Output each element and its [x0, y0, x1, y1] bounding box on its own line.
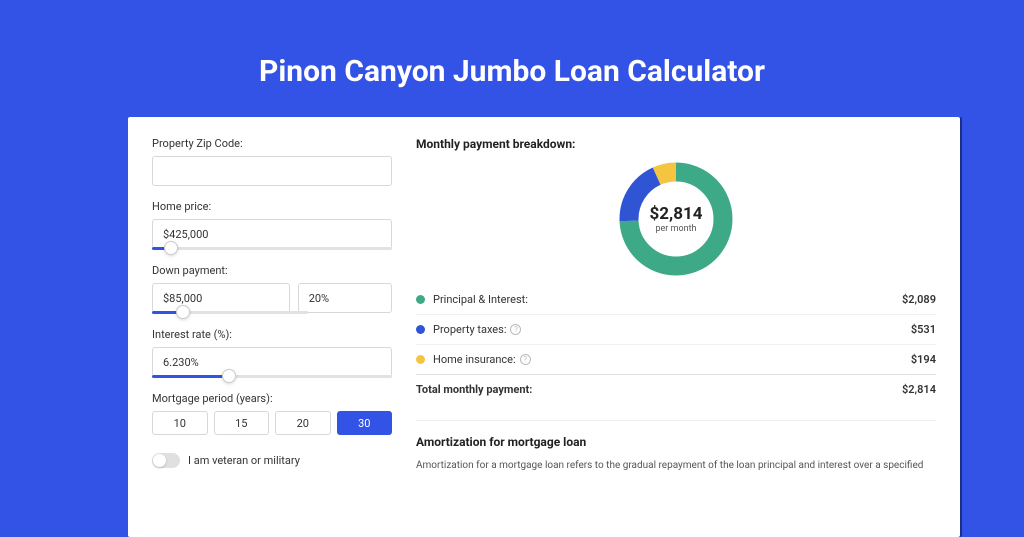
donut-center-amount: $2,814 — [650, 204, 703, 224]
legend-value: $531 — [911, 323, 936, 336]
home-price-label: Home price: — [152, 200, 392, 213]
home-price-input[interactable] — [152, 219, 392, 249]
amortization-text: Amortization for a mortgage loan refers … — [416, 459, 936, 473]
page-title: Pinon Canyon Jumbo Loan Calculator — [0, 54, 1024, 89]
donut-center-sub: per month — [655, 224, 696, 234]
mortgage-period-field: Mortgage period (years): 10152030 — [152, 392, 392, 435]
breakdown-title: Monthly payment breakdown: — [416, 137, 936, 151]
dot-icon — [416, 295, 425, 304]
inputs-panel: Property Zip Code: Home price: Down paym… — [152, 137, 392, 473]
info-icon[interactable]: ? — [520, 354, 531, 365]
zip-field: Property Zip Code: — [152, 137, 392, 186]
veteran-row: I am veteran or military — [152, 453, 392, 468]
interest-rate-field: Interest rate (%): — [152, 328, 392, 378]
legend-value: $194 — [911, 353, 936, 366]
payment-donut-chart: $2,814 per month — [616, 159, 736, 279]
legend-label: Home insurance: — [433, 353, 516, 366]
period-button-30[interactable]: 30 — [337, 411, 393, 435]
dot-icon — [416, 325, 425, 334]
down-payment-slider[interactable] — [152, 311, 308, 314]
down-payment-amount-input[interactable] — [152, 283, 290, 313]
info-icon[interactable]: ? — [510, 324, 521, 335]
interest-rate-label: Interest rate (%): — [152, 328, 392, 341]
total-label: Total monthly payment: — [416, 383, 902, 396]
down-payment-label: Down payment: — [152, 264, 392, 277]
breakdown-panel: Monthly payment breakdown: $2,814 per mo… — [416, 137, 936, 473]
legend-row-principal-interest: Principal & Interest: $2,089 — [416, 285, 936, 314]
zip-input[interactable] — [152, 156, 392, 186]
legend-row-home-insurance: Home insurance: ? $194 — [416, 344, 936, 374]
amortization-title: Amortization for mortgage loan — [416, 435, 936, 449]
legend-row-total: Total monthly payment: $2,814 — [416, 374, 936, 404]
calculator-card: Property Zip Code: Home price: Down paym… — [128, 117, 960, 537]
down-payment-percent-input[interactable] — [298, 283, 392, 313]
legend-label: Principal & Interest: — [433, 293, 902, 306]
home-price-field: Home price: — [152, 200, 392, 250]
interest-rate-slider[interactable] — [152, 375, 392, 378]
home-price-slider[interactable] — [152, 247, 392, 250]
amortization-section: Amortization for mortgage loan Amortizat… — [416, 420, 936, 473]
legend-label: Property taxes: — [433, 323, 506, 336]
zip-label: Property Zip Code: — [152, 137, 392, 150]
total-value: $2,814 — [902, 383, 936, 396]
period-button-15[interactable]: 15 — [214, 411, 270, 435]
toggle-knob-icon — [153, 454, 166, 467]
period-button-10[interactable]: 10 — [152, 411, 208, 435]
period-button-20[interactable]: 20 — [275, 411, 331, 435]
mortgage-period-label: Mortgage period (years): — [152, 392, 392, 405]
dot-icon — [416, 355, 425, 364]
legend-row-property-taxes: Property taxes: ? $531 — [416, 314, 936, 344]
down-payment-field: Down payment: — [152, 264, 392, 314]
veteran-label: I am veteran or military — [188, 454, 300, 467]
legend-value: $2,089 — [902, 293, 936, 306]
interest-rate-input[interactable] — [152, 347, 392, 377]
veteran-toggle[interactable] — [152, 453, 180, 468]
